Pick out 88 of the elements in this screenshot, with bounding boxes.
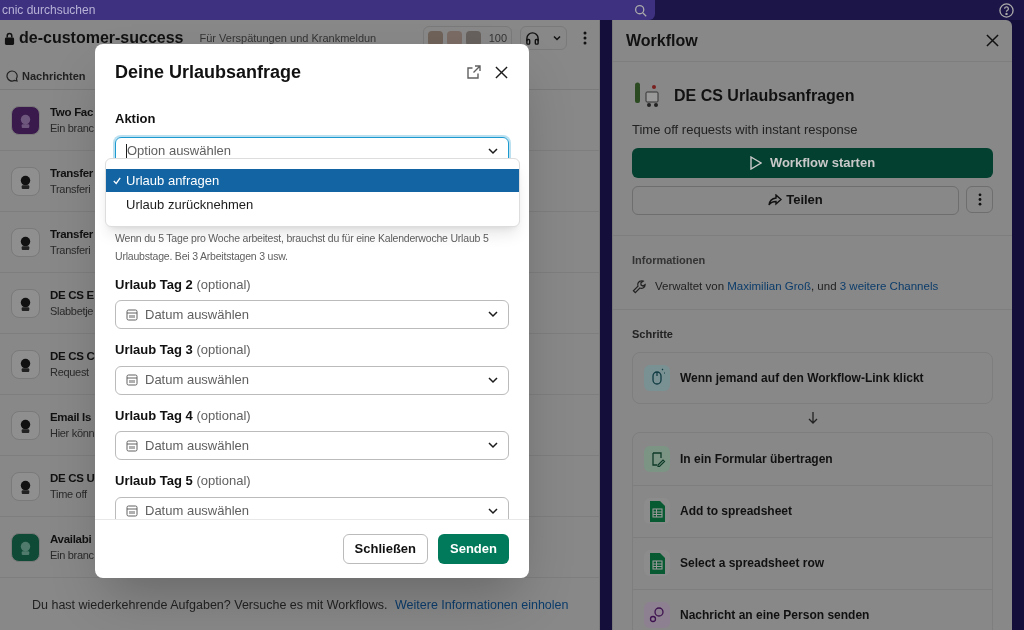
workflow-title[interactable]: DE CS U <box>50 470 95 486</box>
channel-name[interactable]: de-customer-success <box>19 29 184 47</box>
search-icon <box>634 3 647 17</box>
workflow-icon <box>11 288 40 318</box>
calendar-icon <box>126 374 138 386</box>
search-field[interactable]: cnic durchsuchen <box>0 0 655 20</box>
section-heading: Informationen <box>632 252 707 268</box>
workflow-subtitle: Transferi <box>50 182 92 197</box>
workflow-name: DE CS Urlaubsanfragen <box>674 86 855 106</box>
workflow-description: Time off requests with instant response <box>632 121 859 139</box>
workflow-subtitle: Slabbetje <box>50 304 94 319</box>
channels-link[interactable]: 3 weitere Channels <box>839 280 939 292</box>
workflow-title[interactable]: Transfer <box>50 226 93 242</box>
panel-title: Workflow <box>626 30 698 51</box>
wrench-icon <box>632 279 647 295</box>
chevron-down-icon <box>488 311 498 318</box>
workflow-icon <box>11 105 40 135</box>
more-info-link[interactable]: Weitere Informationen einholen <box>395 598 569 613</box>
workflow-subtitle: Ein branc <box>50 121 94 136</box>
step-row[interactable]: Add to spreadsheet <box>633 484 992 537</box>
step-row[interactable]: In ein Formular übertragen <box>633 432 992 485</box>
date-picker[interactable]: Datum auswählen <box>115 300 509 329</box>
workflow-subtitle: Hier könn <box>50 426 95 441</box>
workflow-title[interactable]: Two Fac <box>50 104 94 120</box>
more-icon[interactable] <box>583 31 587 45</box>
speech-bubble-icon <box>6 70 18 82</box>
workflow-title[interactable]: DE CS C <box>50 348 95 364</box>
section-heading: Schritte <box>632 327 674 343</box>
workflow-icon <box>11 532 40 562</box>
workflow-title[interactable]: Email Is <box>50 409 95 425</box>
play-icon <box>749 155 762 170</box>
step-row[interactable]: Nachricht an eine Person senden <box>633 588 992 630</box>
workflow-icon <box>11 410 40 440</box>
field-label: Urlaub Tag 2 (optional) <box>115 275 252 294</box>
workflow-title[interactable]: Availabi <box>50 531 94 547</box>
workflow-illustration-icon <box>632 82 662 110</box>
calendar-icon <box>126 308 138 321</box>
workflow-subtitle: Time off <box>50 487 88 502</box>
date-picker[interactable]: Datum auswählen <box>115 365 509 395</box>
dropdown-option[interactable]: Urlaub zurücknehmen <box>106 193 519 216</box>
calendar-icon <box>126 505 138 517</box>
calendar-icon <box>126 439 138 452</box>
share-button[interactable]: Teilen <box>632 185 959 215</box>
chevron-down-icon <box>488 376 498 384</box>
workflow-title[interactable]: Transfer <box>50 165 93 181</box>
lock-icon <box>4 31 15 45</box>
chevron-down-icon <box>488 442 498 449</box>
workflow-subtitle: Request <box>50 365 90 380</box>
headphones-icon <box>525 30 540 46</box>
managed-by-text: Verwaltet von Maximilian Groß, und 3 weitere Channels <box>655 279 939 294</box>
caret-icon <box>552 33 562 43</box>
clipboard-pencil-icon <box>644 445 670 472</box>
send-button[interactable]: Senden <box>438 534 509 564</box>
external-link-icon[interactable] <box>467 65 481 79</box>
workflow-subtitle: Transferi <box>50 243 92 258</box>
date-picker[interactable]: Datum auswählen <box>115 431 509 460</box>
chevron-down-icon <box>488 507 498 515</box>
down-arrow-icon <box>807 411 818 424</box>
field-label: Urlaub Tag 4 (optional) <box>115 406 252 425</box>
workflow-title[interactable]: DE CS E <box>50 287 94 303</box>
check-icon <box>113 176 121 185</box>
close-button[interactable]: Schließen <box>342 534 429 564</box>
chevron-down-icon <box>488 147 498 155</box>
field-label: Urlaub Tag 3 (optional) <box>115 341 252 359</box>
dialog-title: Deine Urlaubsanfrage <box>115 60 302 84</box>
workflow-subtitle: Ein branc <box>50 548 94 563</box>
field-label: Urlaub Tag 5 (optional) <box>115 472 252 490</box>
close-icon[interactable] <box>495 65 508 79</box>
step-row[interactable]: Select a spreadsheet row <box>633 536 992 589</box>
dropdown-option[interactable]: Urlaub anfragen <box>106 169 519 192</box>
field-label: Aktion <box>115 110 157 128</box>
step-label: Wenn jemand auf den Workflow-Link klickt <box>680 369 924 387</box>
workflow-icon <box>11 349 40 379</box>
workflow-icon <box>11 471 40 501</box>
workflow-icon <box>11 227 40 257</box>
channel-topic: Für Verspätungen und Krankmeldun <box>199 31 377 45</box>
workflow-icon <box>11 166 40 196</box>
help-icon[interactable] <box>999 2 1014 18</box>
date-picker[interactable]: Datum auswählen <box>115 496 509 519</box>
trigger-card[interactable]: Wenn jemand auf den Workflow-Link klickt <box>632 351 993 404</box>
start-workflow-button[interactable]: Workflow starten <box>632 147 993 178</box>
channel-tab[interactable]: Nachrichten <box>6 65 86 89</box>
share-icon <box>768 194 783 206</box>
more-icon <box>977 192 982 206</box>
mouse-icon <box>644 364 670 391</box>
workflow-hint-text: Du hast wiederkehrende Aufgaben? Versuche es mit Workflows. Weitere Informationen einholen <box>31 597 570 615</box>
manager-link[interactable]: Maximilian Groß <box>727 280 811 292</box>
help-text: Wenn du 5 Tage pro Woche arbeitest, brauchst du für eine Kalenderwoche Urlaub 5 Urlaubstage. Bei 3 Arbeitstagen 3 usw. <box>115 230 490 264</box>
